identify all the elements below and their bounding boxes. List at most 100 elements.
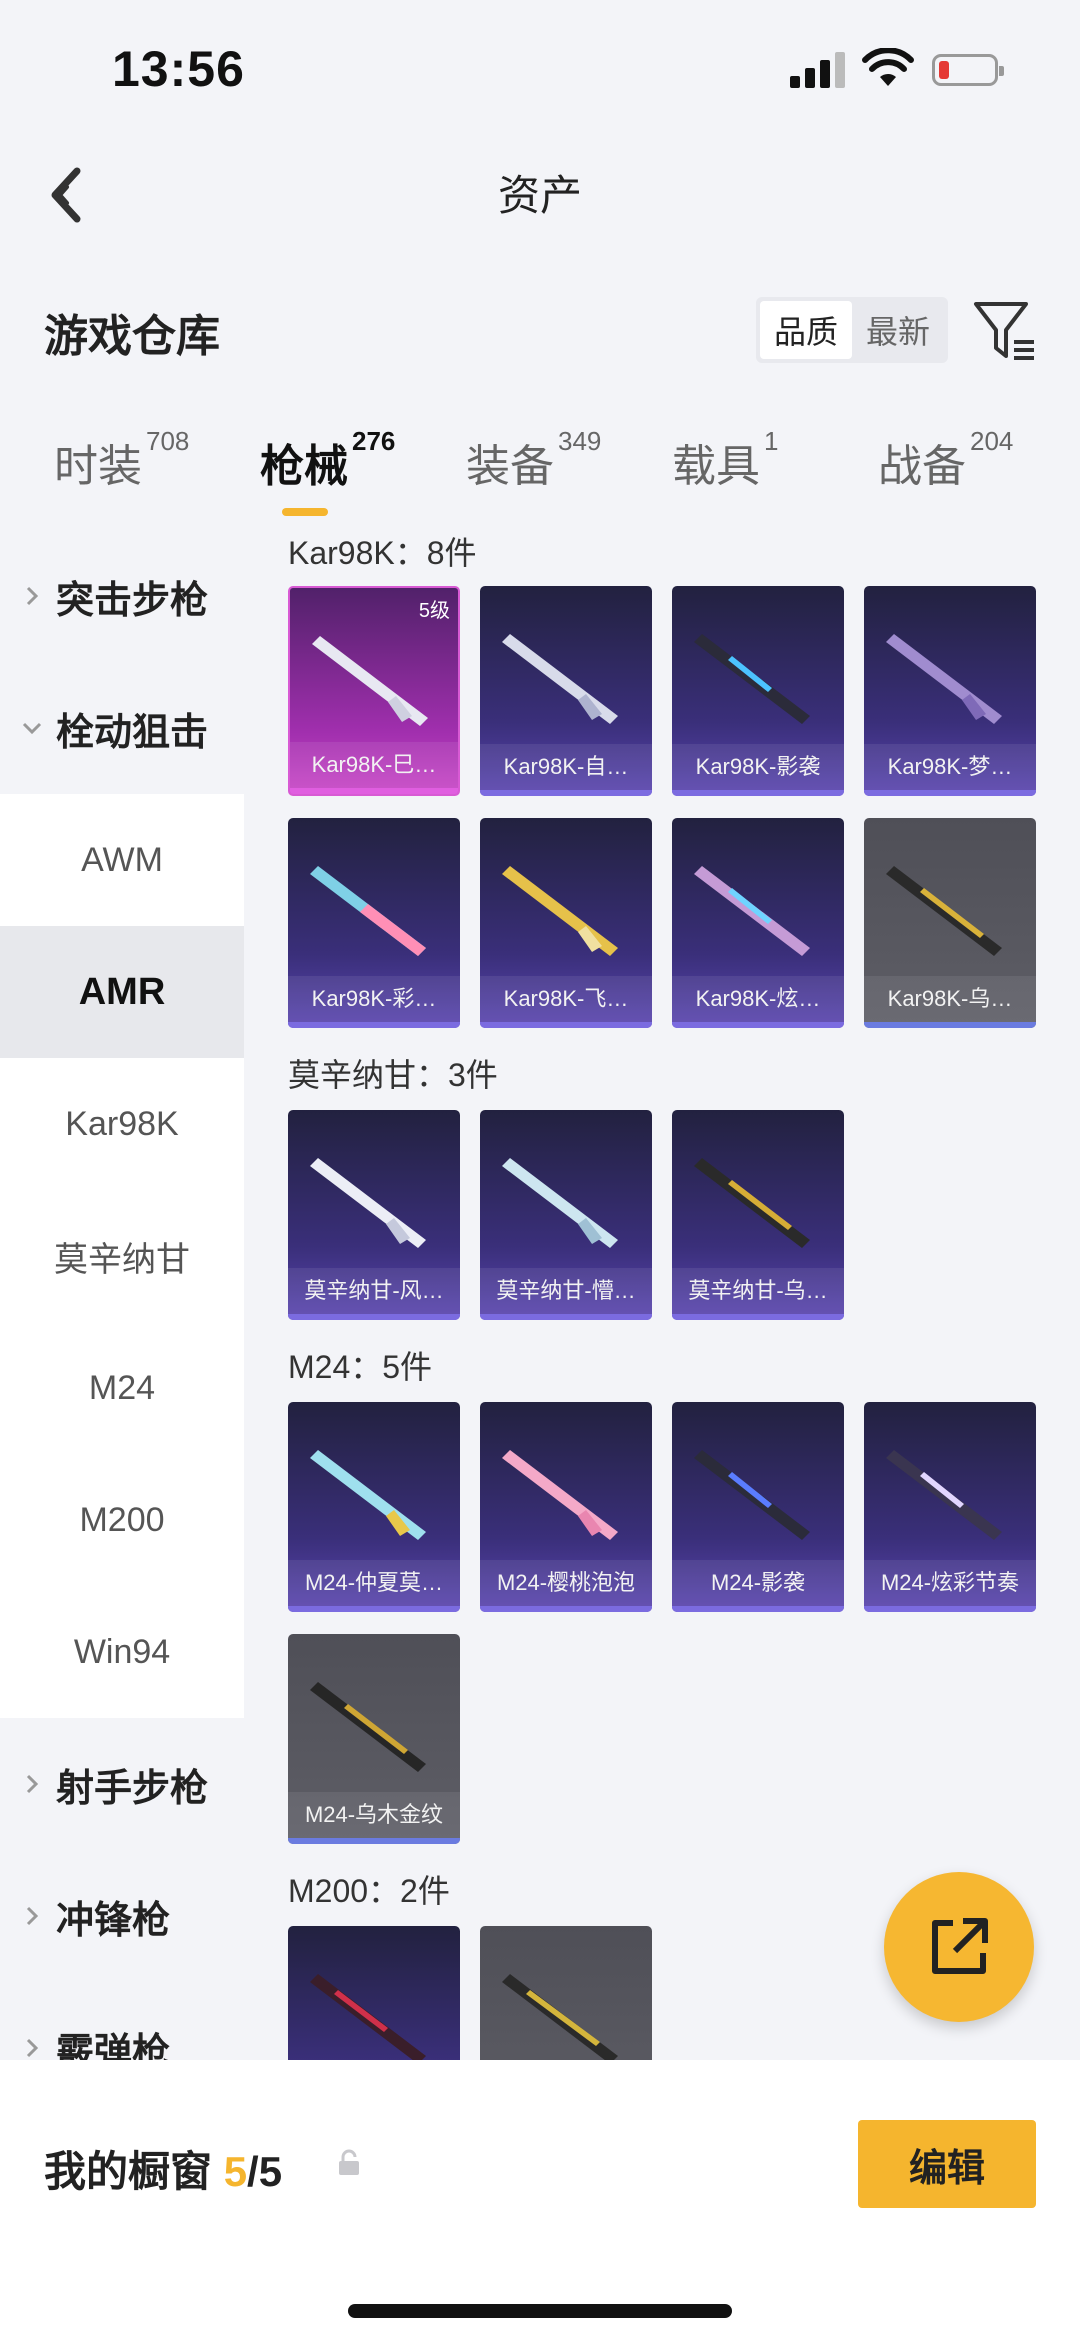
weapon-skin-grid: Kar98K：8件 5级 Kar98K-巳… Kar98K-自… Kar98K-… [244,530,1080,2060]
tab-fashion[interactable]: 时装708 [54,426,189,494]
skin-name: Kar98K-梦… [864,744,1036,790]
skin-card[interactable]: 莫辛纳甘-风… [288,1110,460,1320]
skin-name: M24-乌木金纹 [288,1792,460,1838]
sidebar-item-amr[interactable]: AMR [0,926,244,1058]
status-bar: 13:56 [0,0,1080,130]
sidebar-item-awm[interactable]: AWM [0,794,244,926]
rifle-icon [310,1974,426,2060]
rifle-icon [502,1158,618,1248]
sidebar-group-assault-rifle[interactable]: 突击步枪 [0,530,244,662]
skin-name: Kar98K-自… [480,744,652,790]
showcase-count: 5 [223,2148,248,2195]
section-title-m24: M24：5件 [288,1349,433,1385]
edit-button[interactable]: 编辑 [858,2120,1036,2208]
rifle-icon [310,1450,426,1540]
sidebar-item-win94[interactable]: Win94 [0,1586,244,1718]
rifle-icon [694,1158,810,1248]
skin-card[interactable]: 5级 Kar98K-巳… [288,586,460,796]
rifle-icon [312,636,428,726]
active-tab-indicator [282,508,328,516]
rifle-icon [694,866,810,956]
rifle-icon [694,1450,810,1540]
nav-header: 资产 [0,130,1080,260]
sidebar-item-kar98k[interactable]: Kar98K [0,1058,244,1190]
skin-card[interactable]: Kar98K-自… [480,586,652,796]
share-button[interactable] [884,1872,1034,2022]
tab-supplies[interactable]: 战备204 [878,426,1013,494]
sidebar-group-marksman-rifle[interactable]: 射手步枪 [0,1718,244,1850]
category-tabs: 时装708 枪械276 装备349 载具1 战备204 [0,426,1080,530]
filter-icon [974,302,1034,360]
skin-card[interactable]: Kar98K-飞… [480,818,652,1028]
sidebar-item-mosin[interactable]: 莫辛纳甘 [0,1190,244,1322]
skin-name: M24-影袭 [672,1560,844,1606]
skin-card[interactable]: M24-影袭 [672,1402,844,1612]
tab-firearms[interactable]: 枪械276 [260,426,395,494]
skin-name: Kar98K-影袭 [672,744,844,790]
skin-card[interactable]: M24-樱桃泡泡 [480,1402,652,1612]
section-title-mosin: 莫辛纳甘：3件 [288,1057,498,1093]
rifle-icon [502,1974,618,2060]
skin-card[interactable]: Kar98K-乌… [864,818,1036,1028]
rifle-icon [886,634,1002,724]
chevron-right-icon [26,1906,39,1926]
filter-button[interactable] [972,298,1038,364]
sort-by-quality[interactable]: 品质 [760,301,852,359]
skin-card[interactable]: M24-炫彩节奏 [864,1402,1036,1612]
skin-name: Kar98K-飞… [480,976,652,1022]
section-title-m200: M200：2件 [288,1873,450,1909]
skin-name: Kar98K-彩… [288,976,460,1022]
battery-icon [932,54,1004,86]
skin-card[interactable]: Kar98K-炫… [672,818,844,1028]
skin-card[interactable]: Kar98K-影袭 [672,586,844,796]
home-indicator[interactable] [348,2304,732,2318]
sidebar-item-m24[interactable]: M24 [0,1322,244,1454]
assets-page: 13:56 资产 游戏仓库 品质 最新 时装708 枪械276 装备349 载具… [0,0,1080,2337]
sort-toggle: 品质 最新 [756,297,948,363]
skin-card[interactable]: M24-仲夏莫… [288,1402,460,1612]
skin-name: 莫辛纳甘-风… [288,1268,460,1314]
chevron-right-icon [26,586,39,606]
skin-name: M24-炫彩节奏 [864,1560,1036,1606]
share-icon [932,1918,988,1974]
sidebar-group-bolt-sniper[interactable]: 栓动狙击 [0,662,244,794]
section-title-kar98k: Kar98K：8件 [288,535,477,571]
cellular-signal-icon [790,52,846,88]
weapon-type-sidebar: 突击步枪 栓动狙击 AWM AMR Kar98K 莫辛纳甘 M24 M200 W… [0,530,244,2060]
status-time: 13:56 [112,41,245,97]
skin-name: M24-樱桃泡泡 [480,1560,652,1606]
skin-card[interactable]: Kar98K-梦… [864,586,1036,796]
skin-card[interactable] [480,1926,652,2060]
chevron-down-icon [22,722,42,735]
wifi-icon [862,48,914,86]
skin-name: 莫辛纳甘-懵… [480,1268,652,1314]
rifle-icon [886,866,1002,956]
skin-card[interactable]: Kar98K-彩… [288,818,460,1028]
sidebar-group-smg[interactable]: 冲锋枪 [0,1850,244,1982]
sidebar-item-m200[interactable]: M200 [0,1454,244,1586]
skin-name: Kar98K-乌… [864,976,1036,1022]
chevron-right-icon [26,1774,39,1794]
page-title: 资产 [497,172,582,219]
rifle-icon [502,634,618,724]
skin-card[interactable]: 莫辛纳甘-乌… [672,1110,844,1320]
skin-name: Kar98K-巳… [290,742,458,788]
skin-name: M24-仲夏莫… [288,1560,460,1606]
tab-vehicles[interactable]: 载具1 [672,426,778,494]
skin-card[interactable]: 莫辛纳甘-懵… [480,1110,652,1320]
rifle-icon [886,1450,1002,1540]
lock-icon [339,2149,359,2175]
showcase-label: 我的橱窗 5/5 [44,2148,283,2195]
sort-by-newest[interactable]: 最新 [852,301,944,359]
chevron-right-icon [26,2038,39,2058]
skin-name: 莫辛纳甘-乌… [672,1268,844,1314]
rifle-icon [310,866,426,956]
rifle-icon [694,634,810,724]
sidebar-group-shotgun[interactable]: 霰弹枪 [0,1982,244,2060]
skin-card[interactable] [288,1926,460,2060]
skin-card[interactable]: M24-乌木金纹 [288,1634,460,1844]
rifle-icon [502,1450,618,1540]
tab-equipment[interactable]: 装备349 [466,426,601,494]
rifle-icon [310,1682,426,1772]
rifle-icon [310,1158,426,1248]
